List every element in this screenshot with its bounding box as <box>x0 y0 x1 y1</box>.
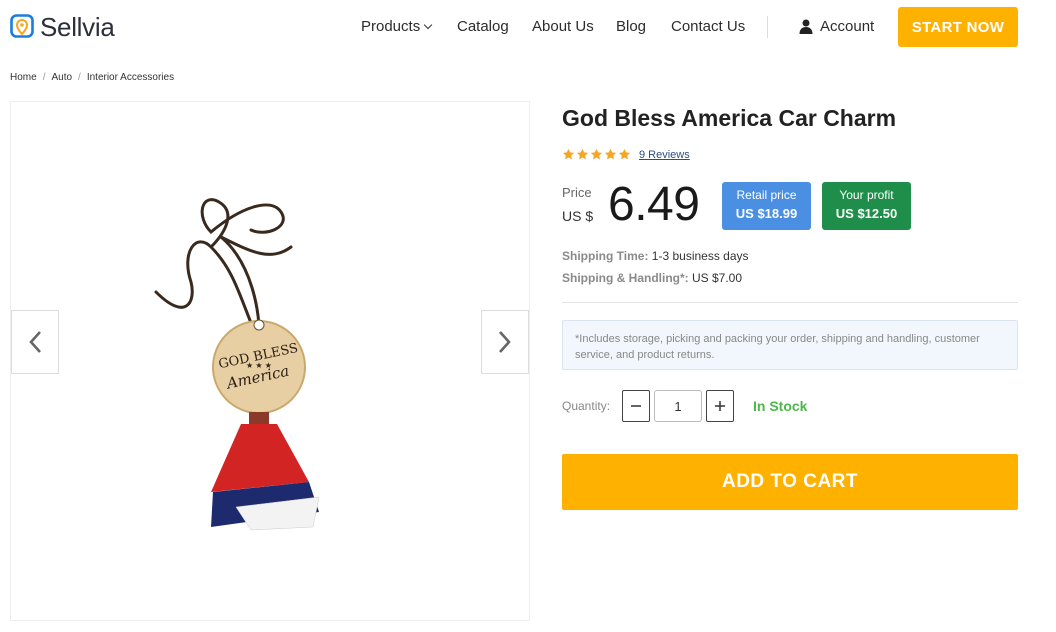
quantity-decrease-button[interactable] <box>622 390 650 422</box>
chevron-down-icon <box>423 20 433 30</box>
breadcrumb-separator: / <box>42 72 46 83</box>
profit-label: Your profit <box>839 188 894 202</box>
divider <box>562 302 1018 303</box>
shipping-handling-value: US $7.00 <box>692 271 743 285</box>
profit-badge: Your profit US $12.50 <box>822 182 911 230</box>
retail-price-label: Retail price <box>736 188 797 202</box>
breadcrumb: Home / Auto / Interior Accessories <box>10 72 174 83</box>
star-icon <box>590 148 603 160</box>
shipping-time: Shipping Time: 1-3 business days <box>562 249 749 263</box>
location-pin-logo-icon <box>10 13 34 38</box>
site-header: Sellvia Products Catalog About Us Blog C… <box>0 0 1056 54</box>
sellvia-logo[interactable]: Sellvia <box>10 12 115 43</box>
profit-value: US $12.50 <box>835 206 898 221</box>
quantity-label: Quantity: <box>562 399 611 413</box>
star-icon <box>562 148 575 160</box>
shipping-time-key: Shipping Time: <box>562 249 649 263</box>
star-icon <box>618 148 631 160</box>
breadcrumb-home[interactable]: Home <box>10 72 37 83</box>
account-link[interactable]: Account <box>799 18 874 35</box>
retail-price-value: US $18.99 <box>735 206 798 221</box>
svg-text:★ ★ ★: ★ ★ ★ <box>246 361 272 370</box>
product-gallery: GOD BLESS America ★ ★ ★ <box>10 101 530 621</box>
nav-contact-us[interactable]: Contact Us <box>671 18 745 35</box>
add-to-cart-button[interactable]: ADD TO CART <box>562 454 1018 510</box>
nav-about-us[interactable]: About Us <box>532 18 594 35</box>
car-charm-tassel-image: GOD BLESS America ★ ★ ★ <box>154 198 320 531</box>
brand-name: Sellvia <box>40 12 115 42</box>
quantity-increase-button[interactable] <box>706 390 734 422</box>
breadcrumb-separator: / <box>78 72 81 83</box>
shipping-handling: Shipping & Handling*: US $7.00 <box>562 271 742 285</box>
star-icon <box>604 148 617 160</box>
nav-products-label: Products <box>361 18 421 35</box>
nav-catalog[interactable]: Catalog <box>457 18 509 35</box>
chevron-left-icon <box>29 331 41 353</box>
start-now-button[interactable]: START NOW <box>898 7 1018 47</box>
product-title: God Bless America Car Charm <box>562 105 897 131</box>
gallery-prev-button[interactable] <box>11 310 59 374</box>
quantity-input[interactable] <box>654 390 702 422</box>
star-rating <box>562 148 631 161</box>
shipping-time-value: 1-3 business days <box>651 249 749 263</box>
minus-icon <box>631 405 641 407</box>
breadcrumb-auto[interactable]: Auto <box>51 72 72 83</box>
price-label: Price <box>562 185 592 200</box>
chevron-right-icon <box>499 331 511 353</box>
account-label: Account <box>820 18 875 35</box>
nav-divider <box>767 16 768 38</box>
product-rating: 9 Reviews <box>562 148 690 161</box>
plus-icon <box>715 401 725 411</box>
star-icon <box>576 148 589 160</box>
nav-blog[interactable]: Blog <box>616 18 646 35</box>
stock-status: In Stock <box>753 398 808 414</box>
retail-price-badge: Retail price US $18.99 <box>722 182 811 230</box>
price-value: 6.49 <box>608 178 700 231</box>
nav-products[interactable]: Products <box>361 18 433 35</box>
shipping-note: *Includes storage, picking and packing y… <box>562 320 1018 370</box>
reviews-link[interactable]: 9 Reviews <box>639 149 690 161</box>
breadcrumb-interior-accessories[interactable]: Interior Accessories <box>87 72 174 83</box>
price-currency: US $ <box>562 208 594 224</box>
user-icon <box>799 19 813 34</box>
shipping-handling-key: Shipping & Handling*: <box>562 271 689 285</box>
gallery-next-button[interactable] <box>481 310 529 374</box>
